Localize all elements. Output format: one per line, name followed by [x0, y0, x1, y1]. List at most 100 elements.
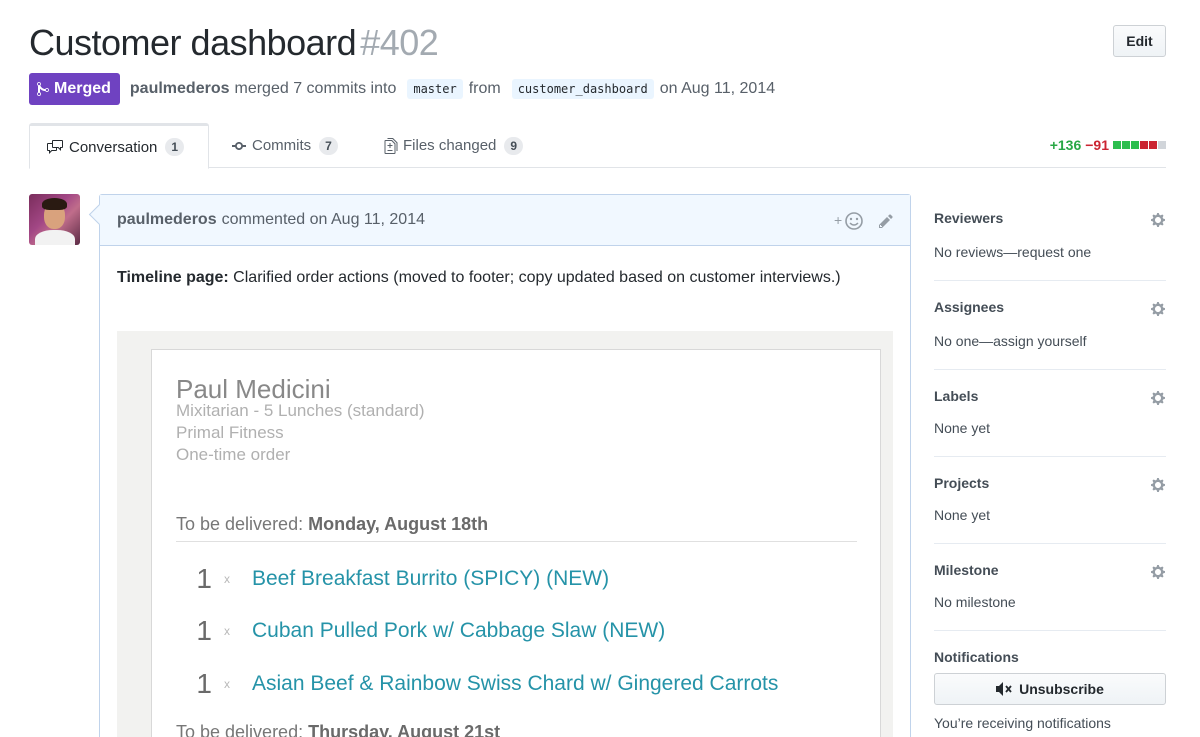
delivery-heading: To be delivered: Monday, August 18th — [176, 514, 488, 535]
gear-icon[interactable] — [1150, 390, 1166, 409]
diffstat-block — [1140, 141, 1148, 149]
file-diff-icon — [384, 137, 398, 154]
author-link[interactable]: paulmederos — [130, 80, 230, 98]
gear-icon[interactable] — [1150, 477, 1166, 496]
sidebar-title: Assignees — [934, 299, 1005, 315]
diffstat-block — [1113, 141, 1121, 149]
comment-header: paulmederos commented on Aug 11, 2014 + — [100, 195, 910, 246]
sidebar-title: Projects — [934, 475, 990, 491]
notification-note: You’re receiving notifications — [934, 715, 1111, 731]
pencil-icon[interactable] — [878, 213, 894, 229]
tab-files-changed[interactable]: Files changed 9 — [384, 123, 524, 168]
status-badge: Merged — [29, 73, 120, 105]
sidebar-notifications: Notifications Unsubscribe You’re receivi… — [934, 631, 1166, 737]
diffstat: +136 −91 — [1050, 137, 1166, 153]
diffstat-blocks — [1113, 141, 1166, 149]
diffstat-block — [1122, 141, 1130, 149]
pr-tabs: Conversation 1 Commits 7 Files changed 9… — [29, 123, 1166, 169]
diffstat-deletions: −91 — [1085, 137, 1109, 153]
tab-counter: 9 — [504, 136, 524, 155]
pr-header: Customer dashboard #402 Edit — [29, 20, 1166, 68]
item-times: x — [224, 677, 230, 691]
merge-summary: merged 7 commits into — [234, 80, 397, 97]
comment-body-text: Clarified order actions (moved to footer… — [228, 269, 841, 286]
item-qty: 1 — [196, 615, 212, 646]
sidebar-title: Milestone — [934, 562, 999, 578]
delivery-heading: To be delivered: Thursday, August 21st — [176, 722, 500, 737]
unsubscribe-button[interactable]: Unsubscribe — [934, 673, 1166, 705]
delivery-date: Monday, August 18th — [308, 514, 489, 534]
pr-sidebar: Reviewers No reviews—request one Assigne… — [934, 194, 1166, 737]
mute-icon — [996, 682, 1019, 696]
merge-date: on Aug 11, 2014 — [659, 80, 776, 97]
divider — [176, 541, 857, 542]
sidebar-reviewers: Reviewers No reviews—request one — [934, 194, 1166, 281]
git-merge-icon — [37, 81, 54, 97]
sidebar-value: No milestone — [934, 594, 1016, 610]
tab-conversation[interactable]: Conversation 1 — [29, 123, 209, 169]
item-name: Cuban Pulled Pork w/ Cabbage Slaw (NEW) — [252, 619, 666, 642]
sidebar-value: None yet — [934, 420, 991, 436]
item-times: x — [224, 624, 230, 638]
avatar[interactable] — [29, 194, 80, 245]
pr-meta: Merged paulmederos merged 7 commits into… — [29, 73, 775, 105]
customer-plan: Mixitarian - 5 Lunches (standard) — [176, 401, 425, 420]
pr-number: #402 — [360, 22, 439, 63]
git-commit-icon — [231, 138, 247, 154]
comment-box: paulmederos commented on Aug 11, 2014 + … — [99, 194, 911, 737]
comment-timestamp[interactable]: commented on Aug 11, 2014 — [222, 211, 425, 229]
item-name: Beef Breakfast Burrito (SPICY) (NEW) — [252, 567, 610, 590]
list-item: 1 x Cuban Pulled Pork w/ Cabbage Slaw (N… — [176, 611, 665, 651]
comment-discussion-icon — [46, 139, 64, 155]
sidebar-assignees: Assignees No one—assign yourself — [934, 281, 1166, 370]
head-branch[interactable]: customer_dashboard — [511, 79, 654, 99]
order-type: One-time order — [176, 445, 291, 464]
sidebar-value[interactable]: No reviews—request one — [934, 244, 1091, 260]
unsubscribe-label: Unsubscribe — [1019, 681, 1104, 697]
diffstat-block — [1149, 141, 1157, 149]
tab-counter: 7 — [319, 136, 338, 155]
smiley-icon[interactable]: + — [834, 211, 864, 231]
item-qty: 1 — [196, 563, 212, 594]
item-qty: 1 — [196, 668, 212, 699]
base-branch[interactable]: master — [407, 79, 463, 99]
attached-screenshot[interactable]: Paul Medicini Mixitarian - 5 Lunches (st… — [117, 331, 893, 737]
sidebar-labels: Labels None yet — [934, 370, 1166, 457]
order-card: Paul Medicini Mixitarian - 5 Lunches (st… — [151, 349, 881, 737]
sidebar-title: Notifications — [934, 649, 1019, 665]
svg-text:+: + — [834, 212, 842, 228]
comment-author[interactable]: paulmederos — [117, 211, 217, 229]
tab-commits[interactable]: Commits 7 — [231, 123, 338, 168]
diffstat-additions: +136 — [1049, 137, 1082, 153]
sidebar-title: Reviewers — [934, 210, 1004, 226]
list-item: 1 x Asian Beef & Rainbow Swiss Chard w/ … — [176, 664, 778, 704]
tab-label: Conversation — [69, 138, 158, 156]
delivery-label: To be delivered: — [176, 514, 309, 534]
sidebar-value[interactable]: No one—assign yourself — [934, 333, 1087, 349]
gear-icon[interactable] — [1150, 301, 1166, 320]
customer-gym: Primal Fitness — [176, 423, 284, 442]
tab-counter: 1 — [165, 138, 185, 156]
sidebar-value: None yet — [934, 507, 991, 523]
delivery-label: To be delivered: — [176, 722, 309, 737]
page-title: Customer dashboard #402 — [29, 20, 1166, 66]
gear-icon[interactable] — [1150, 564, 1166, 583]
tab-label: Files changed — [403, 137, 497, 154]
diffstat-block — [1158, 141, 1166, 149]
delivery-date: Thursday, August 21st — [308, 722, 501, 737]
item-name: Asian Beef & Rainbow Swiss Chard w/ Ging… — [252, 672, 779, 695]
sidebar-projects: Projects None yet — [934, 457, 1166, 544]
diffstat-block — [1131, 141, 1139, 149]
from-text: from — [468, 80, 501, 97]
list-item: 1 x Beef Breakfast Burrito (SPICY) (NEW) — [176, 559, 609, 599]
sidebar-title: Labels — [934, 388, 979, 404]
edit-button[interactable]: Edit — [1113, 25, 1166, 57]
comment-body: Timeline page: Clarified order actions (… — [100, 246, 910, 290]
pr-title: Customer dashboard — [29, 22, 357, 63]
gear-icon[interactable] — [1150, 212, 1166, 231]
sidebar-milestone: Milestone No milestone — [934, 544, 1166, 631]
comment-body-bold: Timeline page: — [117, 269, 229, 286]
status-label: Merged — [54, 80, 111, 97]
tab-label: Commits — [252, 137, 312, 154]
item-times: x — [224, 572, 230, 586]
